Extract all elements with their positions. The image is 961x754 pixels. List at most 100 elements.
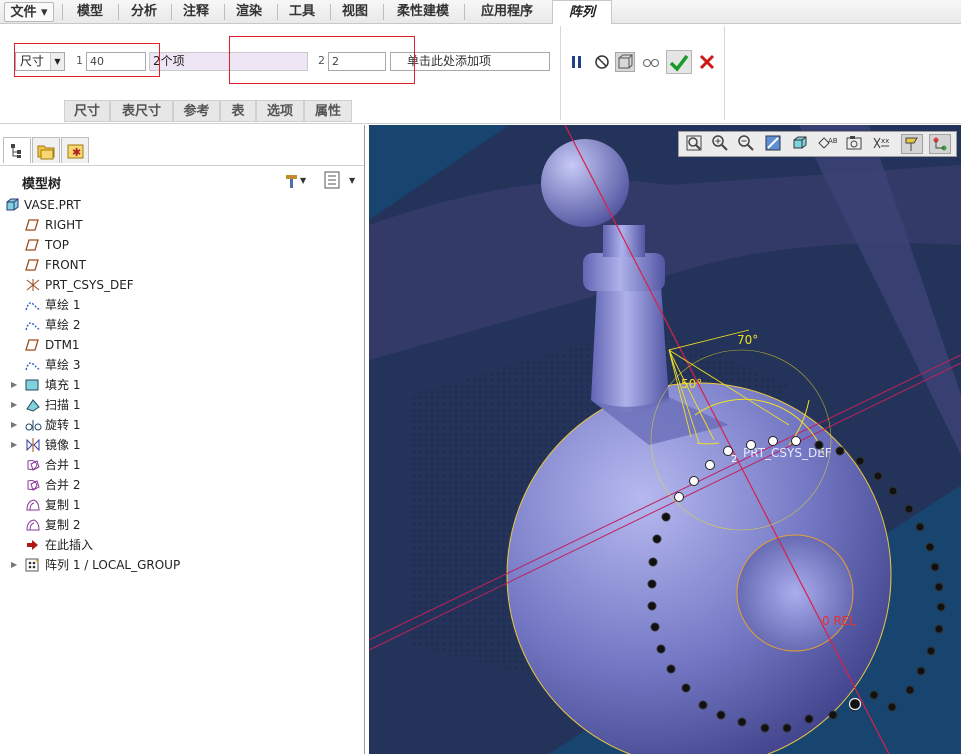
subtab-tables[interactable]: 表 xyxy=(220,100,256,122)
menu-flexible-modeling[interactable]: 柔性建模 xyxy=(388,2,458,22)
sketch-icon xyxy=(25,358,41,372)
pattern-anchor-point[interactable] xyxy=(848,697,862,711)
tab-model-tree[interactable] xyxy=(3,137,31,163)
tree-item-label: 镜像 1 xyxy=(45,438,81,452)
vase-knob[interactable] xyxy=(541,139,629,227)
tree-item[interactable]: 复制 2 xyxy=(0,515,364,535)
tree-item-label: 草绘 3 xyxy=(45,358,81,372)
ribbon-divider xyxy=(560,26,561,120)
copy-icon xyxy=(25,498,41,512)
tree-item[interactable]: 草绘 1 xyxy=(0,295,364,315)
tree-item[interactable]: DTM1 xyxy=(0,335,364,355)
menu-render[interactable]: 渲染 xyxy=(227,2,271,22)
tab-favorites[interactable]: ✱ xyxy=(61,137,89,163)
menu-separator xyxy=(464,4,465,20)
highlight-box xyxy=(14,43,160,77)
tree-item[interactable]: PRT_CSYS_DEF xyxy=(0,275,364,295)
repaint-icon[interactable] xyxy=(762,134,784,154)
svg-text:xx: xx xyxy=(881,137,889,145)
cancel-button[interactable] xyxy=(697,52,717,72)
tree-item[interactable]: ▶ 扫描 1 xyxy=(0,395,364,415)
expand-arrow-icon[interactable]: ▶ xyxy=(11,375,17,395)
svg-text:✱: ✱ xyxy=(72,146,81,159)
small-dim-label: 2 xyxy=(731,454,737,465)
expand-arrow-icon[interactable]: ▶ xyxy=(11,555,17,575)
model-viewport[interactable]: 70° 50° 2 PRT_CSYS_DEF 0 REL xyxy=(369,125,961,754)
tree-settings-icon[interactable]: ▼ xyxy=(283,170,311,193)
tree-item[interactable]: 合并 2 xyxy=(0,475,364,495)
menu-view[interactable]: 视图 xyxy=(333,2,377,22)
tree-item-label: 草绘 2 xyxy=(45,318,81,332)
tree-item-label: 合并 2 xyxy=(45,478,81,492)
tree-root[interactable]: VASE.PRT xyxy=(0,195,364,215)
tree-item[interactable]: ▶ 镜像 1 xyxy=(0,435,364,455)
glasses-icon[interactable] xyxy=(641,52,661,72)
menu-file[interactable]: 文件 ▾ xyxy=(4,2,54,22)
tree-item[interactable]: 在此插入 xyxy=(0,535,364,555)
datum-plane-icon xyxy=(25,238,41,252)
subtab-table-dimensions[interactable]: 表尺寸 xyxy=(110,100,173,122)
tree-item[interactable]: ▶ 旋转 1 xyxy=(0,415,364,435)
ok-button[interactable] xyxy=(666,50,692,74)
tree-filter-icon[interactable]: ▼ xyxy=(322,170,358,193)
angle-label-50[interactable]: 50° xyxy=(681,377,702,391)
vase-collar[interactable] xyxy=(583,253,665,291)
menu-separator xyxy=(224,4,225,20)
annotation-display-icon[interactable]: xx xyxy=(870,134,892,154)
tree-item-label: RIGHT xyxy=(45,218,83,232)
subtab-dimensions[interactable]: 尺寸 xyxy=(64,100,110,122)
tree-item[interactable]: ▶ 填充 1 xyxy=(0,375,364,395)
ribbon: 尺寸 ▼ 1 40 2个项 2 2 单击此处添加项 尺寸 表尺寸 参考 表 选项… xyxy=(0,24,961,124)
display-style-icon[interactable] xyxy=(789,134,811,154)
tree-item[interactable]: 合并 1 xyxy=(0,455,364,475)
subtab-references[interactable]: 参考 xyxy=(173,100,220,122)
datum-display-icon[interactable] xyxy=(901,134,923,154)
tree-item-label: 合并 1 xyxy=(45,458,81,472)
tree-item[interactable]: RIGHT xyxy=(0,215,364,235)
tree-item-label: 扫描 1 xyxy=(45,398,81,412)
merge-icon xyxy=(25,478,41,492)
tree-item-label: 旋转 1 xyxy=(45,418,81,432)
tree-item-label: DTM1 xyxy=(45,338,80,352)
ribbon-divider xyxy=(724,26,725,120)
tree-item[interactable]: 复制 1 xyxy=(0,495,364,515)
menu-annotate[interactable]: 注释 xyxy=(174,2,218,22)
menu-applications[interactable]: 应用程序 xyxy=(470,2,544,22)
expand-arrow-icon[interactable]: ▶ xyxy=(11,415,17,435)
tree-item[interactable]: FRONT xyxy=(0,255,364,275)
zoom-out-icon[interactable] xyxy=(735,134,757,154)
subtab-options[interactable]: 选项 xyxy=(256,100,304,122)
insert-here-icon xyxy=(25,538,41,552)
menu-separator xyxy=(277,4,278,20)
subtab-properties[interactable]: 属性 xyxy=(304,100,352,122)
menu-analysis[interactable]: 分析 xyxy=(122,2,166,22)
zoom-fit-icon[interactable] xyxy=(683,134,705,154)
model-tree-header: 模型树 ▼ ▼ xyxy=(0,165,364,193)
svg-text:▼: ▼ xyxy=(300,176,307,185)
perspective-icon[interactable] xyxy=(843,134,865,154)
saved-views-icon[interactable]: AB xyxy=(816,134,838,154)
tab-folder-browser[interactable] xyxy=(32,137,60,163)
pause-icon[interactable] xyxy=(567,52,587,72)
tree-item[interactable]: ▶ * 阵列 1 / LOCAL_GROUP xyxy=(0,555,364,575)
center-hole[interactable] xyxy=(736,534,854,652)
no-preview-icon[interactable] xyxy=(592,52,612,72)
datum-plane-icon xyxy=(25,338,41,352)
expand-arrow-icon[interactable]: ▶ xyxy=(11,395,17,415)
graphics-window[interactable]: 70° 50° 2 PRT_CSYS_DEF 0 REL AB xx xyxy=(369,125,961,754)
angle-label-70[interactable]: 70° xyxy=(737,333,758,347)
tree-item[interactable]: 草绘 3 xyxy=(0,355,364,375)
menu-tools[interactable]: 工具 xyxy=(280,2,324,22)
menu-model[interactable]: 模型 xyxy=(68,2,112,22)
sketch-icon xyxy=(25,298,41,312)
spin-center-icon[interactable] xyxy=(929,134,951,154)
vase-stem xyxy=(603,225,645,257)
expand-arrow-icon[interactable]: ▶ xyxy=(11,435,17,455)
tree-item[interactable]: TOP xyxy=(0,235,364,255)
tree-item[interactable]: 草绘 2 xyxy=(0,315,364,335)
preview-icon[interactable] xyxy=(615,52,635,72)
pattern-icon: * xyxy=(25,558,41,572)
tab-pattern[interactable]: 阵列 xyxy=(552,0,612,24)
zoom-in-icon[interactable] xyxy=(709,134,731,154)
tree-item-label: 阵列 1 / LOCAL_GROUP xyxy=(45,558,181,572)
